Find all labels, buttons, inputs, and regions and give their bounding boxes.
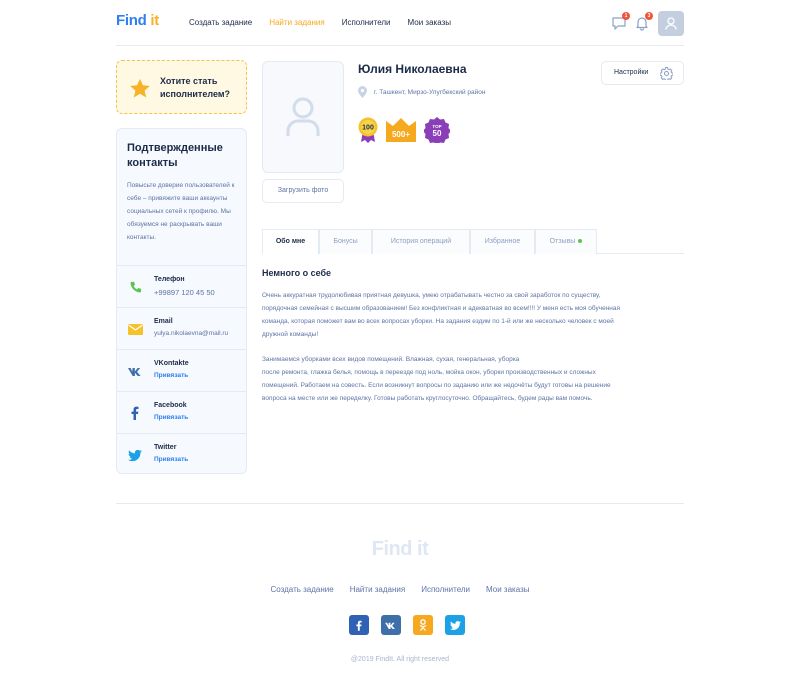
vk-social-button[interactable]	[381, 615, 401, 635]
tab-bonuses[interactable]: Бонусы	[319, 229, 372, 254]
become-performer-text: Хотите стать исполнителем?	[160, 75, 230, 101]
messages-badge: 1	[622, 12, 630, 20]
messages-button[interactable]: 1	[611, 12, 630, 31]
contact-label: Twitter	[154, 444, 177, 451]
badge-500-icon: 500+	[386, 118, 416, 142]
profile-photo	[262, 61, 344, 173]
about-line: после ремонта, глажка белья, помощь в пе…	[262, 369, 596, 376]
about-line: дружной команды!	[262, 331, 319, 338]
footer-nav-performers[interactable]: Исполнители	[421, 585, 470, 594]
become-performer-card[interactable]: Хотите стать исполнителем?	[116, 60, 247, 114]
new-indicator-dot	[578, 239, 583, 244]
nav-performers[interactable]: Исполнители	[342, 18, 391, 27]
tab-reviews-label: Отзывы	[549, 238, 576, 245]
about-line: Занимаемся уборками всех видов помещений…	[262, 356, 520, 363]
about-line: Очень аккуратная трудолюбивая приятная д…	[262, 292, 601, 299]
facebook-social-button[interactable]	[349, 615, 369, 635]
about-line: вопроса на месте или же переделку. Готов…	[262, 395, 593, 402]
profile-tabs: Обо мне Бонусы История операций Избранно…	[262, 229, 684, 254]
become-line2: исполнителем?	[160, 89, 230, 99]
become-line1: Хотите стать	[160, 76, 218, 86]
contact-twitter: Twitter Привязать	[117, 433, 246, 473]
footer-nav-my-orders[interactable]: Мои заказы	[486, 585, 529, 594]
contacts-title-line1: Подтвержденные	[127, 142, 223, 154]
profile-badges: 100 500+ TOP 50	[358, 117, 450, 143]
notifications-badge: 3	[645, 12, 653, 20]
location-text: г. Ташкент, Мирзо-Улугбекский район	[374, 88, 486, 96]
footer-social	[349, 615, 465, 635]
email-icon	[127, 321, 143, 337]
odnoklassniki-social-button[interactable]	[413, 615, 433, 635]
svg-text:100: 100	[362, 125, 374, 132]
badge-100-icon: 100	[358, 117, 378, 143]
link-vk-button[interactable]: Привязать	[154, 372, 188, 379]
footer-nav: Создать задание Найти задания Исполнител…	[0, 585, 800, 594]
nav-create-task[interactable]: Создать задание	[189, 18, 252, 27]
settings-label: Настройки	[614, 69, 649, 76]
twitter-social-button[interactable]	[445, 615, 465, 635]
facebook-icon	[127, 405, 143, 421]
vk-icon	[127, 363, 143, 379]
confirmed-contacts-panel: Подтвержденные контакты Повысьте доверие…	[116, 128, 247, 474]
contact-phone: Телефон +99897 120 45 50	[117, 265, 246, 307]
notifications-button[interactable]: 3	[634, 12, 653, 31]
phone-icon	[127, 279, 143, 295]
main-nav: Создать задание Найти задания Исполнител…	[189, 18, 451, 27]
about-heading: Немного о себе	[262, 268, 332, 278]
badge-top50-icon: TOP 50	[424, 117, 450, 143]
svg-text:500+: 500+	[392, 130, 410, 139]
contact-label: Телефон	[154, 276, 185, 283]
tab-favorites[interactable]: Избранное	[470, 229, 535, 254]
contact-vk: VKontakte Привязать	[117, 349, 246, 391]
footer-nav-create-task[interactable]: Создать задание	[271, 585, 334, 594]
location-pin-icon	[358, 86, 367, 98]
nav-find-tasks[interactable]: Найти задания	[269, 18, 325, 27]
tab-reviews[interactable]: Отзывы	[535, 229, 597, 254]
link-facebook-button[interactable]: Привязать	[154, 414, 188, 421]
logo-it: it	[150, 12, 159, 29]
copyright: @2019 FindIt. All right reserved	[350, 656, 450, 663]
contacts-description: Повысьте доверие пользователей к себе – …	[127, 182, 235, 241]
header: Find it Создать задание Найти задания Ис…	[116, 0, 684, 46]
link-twitter-button[interactable]: Привязать	[154, 456, 188, 463]
svg-text:50: 50	[433, 129, 442, 138]
about-line: порядочная семейная с высшим образование…	[262, 305, 621, 312]
footer-divider	[116, 503, 684, 504]
user-placeholder-icon	[286, 97, 320, 136]
twitter-icon	[127, 447, 143, 463]
footer-logo: Find it	[371, 538, 429, 560]
settings-button[interactable]: Настройки	[601, 61, 684, 85]
about-line: команда, которая поможет вам во всех воп…	[262, 318, 614, 325]
gear-icon	[660, 67, 673, 80]
contacts-title: Подтвержденные контакты	[127, 141, 242, 171]
star-icon	[130, 78, 150, 98]
tab-about[interactable]: Обо мне	[262, 229, 319, 254]
contact-label: Facebook	[154, 402, 187, 409]
contacts-title-line2: контакты	[127, 157, 178, 169]
logo-find: Find	[116, 12, 147, 29]
profile-location: г. Ташкент, Мирзо-Улугбекский район	[358, 86, 485, 98]
tab-history[interactable]: История операций	[372, 229, 470, 254]
contact-value: yulya.nikolaevna@mail.ru	[154, 330, 229, 337]
nav-my-orders[interactable]: Мои заказы	[408, 18, 451, 27]
about-line: помещений. Работаем на совесть. Если воз…	[262, 382, 611, 389]
user-icon	[665, 17, 677, 30]
footer-nav-find-tasks[interactable]: Найти задания	[350, 585, 406, 594]
user-avatar[interactable]	[658, 11, 684, 36]
contact-label: VKontakte	[154, 360, 189, 367]
about-paragraph-2: Занимаемся уборками всех видов помещений…	[262, 353, 687, 405]
twitter-icon	[449, 620, 461, 630]
contact-label: Email	[154, 318, 173, 325]
contact-facebook: Facebook Привязать	[117, 391, 246, 433]
profile-name: Юлия Николаевна	[358, 62, 467, 76]
logo[interactable]: Find it	[116, 12, 159, 29]
upload-photo-button[interactable]: Загрузить фото	[262, 179, 344, 203]
facebook-icon	[356, 620, 362, 631]
odnoklassniki-icon	[419, 619, 427, 631]
vk-icon	[385, 622, 395, 629]
contact-email: Email yulya.nikolaevna@mail.ru	[117, 307, 246, 349]
about-paragraph-1: Очень аккуратная трудолюбивая приятная д…	[262, 289, 687, 341]
contact-value: +99897 120 45 50	[154, 288, 215, 297]
